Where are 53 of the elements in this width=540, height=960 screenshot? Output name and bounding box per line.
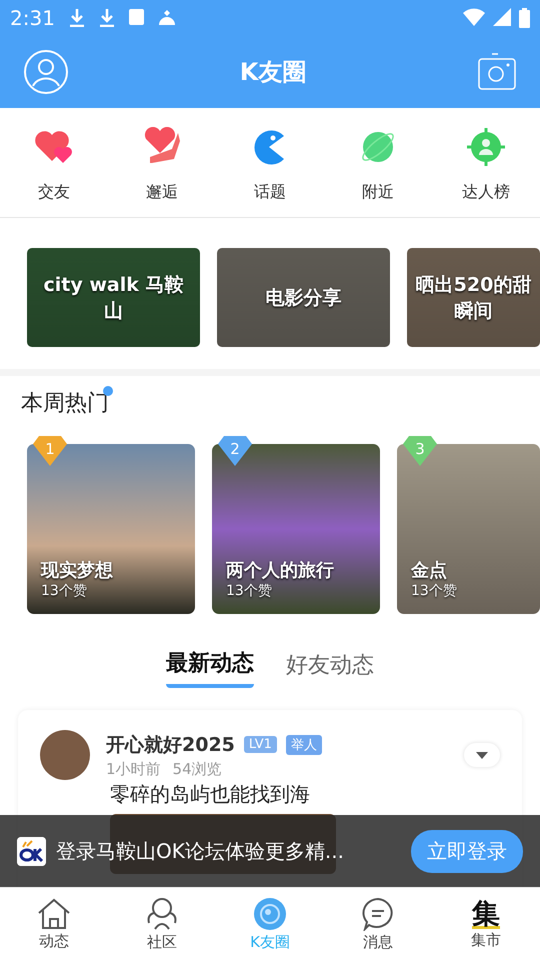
feed-tab[interactable]: 好友动态: [286, 648, 374, 688]
post-text: 零碎的岛屿也能找到海: [110, 782, 311, 806]
quick-nav-item[interactable]: 附近: [328, 126, 428, 203]
planet-icon: [253, 896, 287, 930]
login-prompt: 登录马鞍山OK论坛体验更多精...: [56, 838, 345, 864]
rank-badge: 3: [403, 436, 437, 466]
topic-banner[interactable]: city walk 马鞍山: [27, 248, 200, 347]
profile-icon[interactable]: [24, 50, 68, 94]
person-icon: [145, 896, 179, 930]
like-count: 13个赞: [41, 582, 88, 600]
nav-tab[interactable]: 动态: [9, 898, 99, 950]
download-icon: [68, 9, 85, 27]
wifi-icon: [463, 8, 485, 26]
rank-tag: 举人: [286, 734, 322, 754]
download-icon: [98, 9, 115, 27]
camera-icon[interactable]: [478, 53, 516, 91]
caret-icon: [476, 752, 488, 758]
target-icon: [466, 127, 506, 167]
hearts-icon: [34, 129, 74, 165]
nav-tab[interactable]: 集 集市: [441, 898, 531, 950]
market-logo: 集: [472, 898, 500, 929]
topic-banner[interactable]: 晒出520的甜瞬间: [407, 248, 540, 347]
level-tag: LV1: [244, 736, 277, 753]
nav-tab[interactable]: 社区: [117, 896, 207, 952]
signal-icon: [493, 8, 511, 26]
app-icon: [128, 9, 144, 25]
nav-tab[interactable]: 消息: [333, 896, 423, 952]
robot-icon: [158, 9, 176, 25]
avatar: [40, 730, 90, 780]
post-title: 两个人的旅行: [226, 559, 335, 582]
logo-icon: [17, 836, 46, 866]
home-icon: [37, 898, 71, 930]
quick-nav-item[interactable]: 邂逅: [112, 126, 212, 203]
quick-nav-item[interactable]: 交友: [4, 126, 104, 203]
battery-icon: [519, 8, 530, 28]
author-name: 开心就好2025: [106, 732, 235, 758]
like-count: 13个赞: [226, 582, 273, 600]
view-count: 54浏览: [172, 760, 222, 778]
topic-banner[interactable]: 电影分享: [217, 248, 390, 347]
feed-tab[interactable]: 最新动态: [166, 648, 254, 688]
quick-nav-item[interactable]: 达人榜: [436, 126, 536, 203]
page-title: K友圈: [240, 57, 306, 88]
post-title: 现实梦想: [41, 559, 114, 582]
quick-nav-item[interactable]: 话题: [220, 126, 320, 203]
status-time: 2:31: [10, 6, 55, 30]
rank-badge: 1: [33, 436, 67, 466]
post-time: 1小时前: [106, 760, 161, 778]
chat-icon: [361, 896, 395, 930]
section-title: 本周热门: [21, 390, 109, 418]
rank-badge: 2: [218, 436, 252, 466]
like-count: 13个赞: [411, 582, 458, 600]
post-title: 金点: [411, 559, 448, 582]
more-button[interactable]: [464, 743, 500, 767]
